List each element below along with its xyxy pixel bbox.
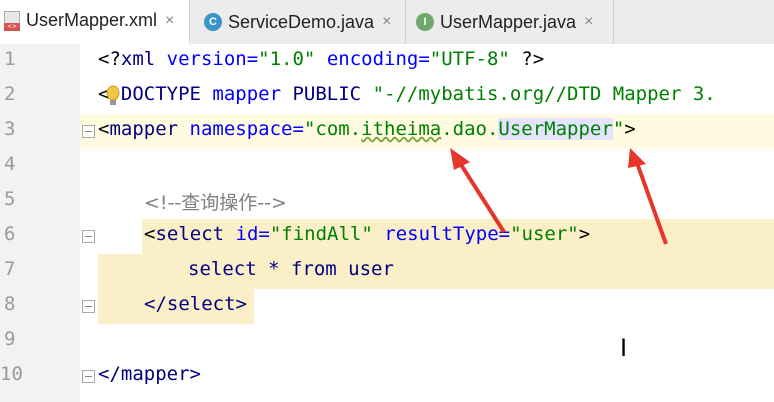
line-number: 7 bbox=[4, 258, 16, 280]
fold-toggle[interactable] bbox=[82, 230, 95, 243]
tab-label: UserMapper.xml bbox=[26, 10, 158, 30]
code-line: 9 bbox=[0, 324, 774, 359]
line-number: 8 bbox=[4, 293, 16, 315]
code-line: 10 </mapper> bbox=[0, 363, 201, 385]
tab-label: ServiceDemo.java bbox=[228, 11, 375, 32]
xml-file-icon: <> bbox=[4, 10, 20, 31]
line-number: 5 bbox=[4, 188, 16, 210]
package-name: itheima bbox=[361, 118, 442, 140]
line-number: 10 bbox=[0, 363, 23, 385]
xml-comment: <!--查询操作--> bbox=[144, 192, 287, 214]
annotation-arrow bbox=[450, 148, 506, 234]
fold-toggle[interactable] bbox=[82, 125, 95, 138]
code-editor[interactable]: 1 <?xml version="1.0" encoding="UTF-8" ?… bbox=[0, 44, 774, 402]
line-number: 6 bbox=[4, 223, 16, 245]
java-class-icon: C bbox=[204, 13, 222, 31]
line-number: 9 bbox=[4, 328, 16, 350]
tab-label: UserMapper.java bbox=[440, 11, 577, 32]
java-interface-icon: I bbox=[416, 13, 434, 31]
code-line: 7 select * from user bbox=[4, 258, 394, 280]
tab-usermapper-java[interactable]: I UserMapper.java × bbox=[412, 0, 614, 44]
fold-toggle[interactable] bbox=[82, 300, 95, 313]
tab-servicedemo-java[interactable]: C ServiceDemo.java × bbox=[200, 0, 406, 44]
editor-tab-bar: <> UserMapper.xml × C ServiceDemo.java ×… bbox=[0, 0, 774, 45]
intention-bulb-icon[interactable] bbox=[106, 85, 120, 107]
code-line: 1 <?xml version="1.0" encoding="UTF-8" ?… bbox=[4, 48, 545, 70]
close-icon[interactable]: × bbox=[165, 12, 174, 30]
class-name: UserMapper bbox=[498, 118, 613, 140]
tab-usermapper-xml[interactable]: <> UserMapper.xml × bbox=[0, 0, 190, 44]
text-cursor-icon: I bbox=[620, 334, 628, 362]
line-number: 1 bbox=[4, 48, 16, 70]
line-number: 3 bbox=[4, 118, 16, 140]
annotation-arrow bbox=[628, 148, 668, 245]
close-icon[interactable]: × bbox=[382, 13, 391, 31]
code-line: 2 <!DOCTYPE mapper PUBLIC "-//mybatis.or… bbox=[4, 83, 716, 107]
code-line: 8 </select> bbox=[4, 293, 247, 315]
line-number: 2 bbox=[4, 83, 16, 105]
line-number: 4 bbox=[4, 153, 16, 175]
fold-toggle[interactable] bbox=[82, 370, 95, 383]
close-icon[interactable]: × bbox=[584, 13, 593, 31]
